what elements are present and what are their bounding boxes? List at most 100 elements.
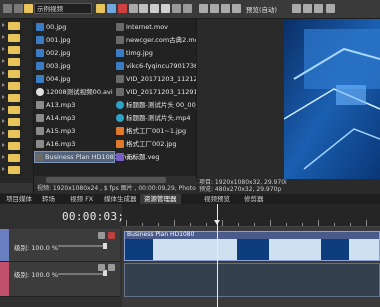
back-icon[interactable] [3,4,12,13]
folder-icon [8,106,20,114]
tree-scrollbar[interactable] [0,183,33,193]
expand-icon[interactable] [2,107,5,111]
preview-quality-label[interactable]: 预览(自动) [246,4,277,14]
list-item[interactable]: vikc6-fyqincu7901736.jpg [116,61,196,71]
list-item[interactable]: VID_20171203_112913.mp4 [116,87,196,97]
track-level-slider[interactable] [58,245,104,247]
folder-icon[interactable] [96,4,105,13]
list-item[interactable]: A16.mp3 [36,139,75,149]
file-list[interactable]: 00.jpg 001.jpg 002.jpg 003.jpg 004.jpg 1… [34,19,196,176]
ruler-tick [222,220,223,226]
solo-icon[interactable] [98,232,105,239]
tab-video-fx[interactable]: 视频 FX [66,194,97,204]
expand-icon[interactable] [2,155,5,159]
tab-transitions[interactable]: 转场 [38,194,59,204]
list-item[interactable]: VID_20171203_112122.mp4 [116,74,196,84]
expand-icon[interactable] [2,119,5,123]
expand-icon[interactable] [2,143,5,147]
path-dropdown[interactable]: 示例视频 [34,3,92,14]
stop-icon[interactable] [150,4,159,13]
list-item[interactable]: 12008测试视频00.avi [36,87,113,97]
audio-track-header[interactable]: 级别: 100.0 % [0,262,120,297]
list-item[interactable]: A14.mp3 [36,113,75,123]
tab-trimmer[interactable]: 修剪器 [240,194,268,204]
delete-icon[interactable] [118,4,127,13]
ruler-tick [174,220,175,226]
list-item[interactable]: 标题题-测试片头 00_00_00.mp4 [116,100,196,110]
expand-icon[interactable] [2,95,5,99]
expand-icon[interactable] [2,35,5,39]
list-item[interactable]: 格式工厂001~1.jpg [116,126,186,136]
folder-tree[interactable] [0,19,34,194]
list-item[interactable]: 001.jpg [36,35,71,45]
split-screen-icon[interactable] [210,4,219,13]
list-item[interactable]: A15.mp3 [36,126,75,136]
play-icon[interactable] [139,4,148,13]
mute-icon[interactable] [108,232,115,239]
slider-knob[interactable] [103,243,107,249]
quality-icon[interactable] [232,4,241,13]
video-file-icon [116,88,124,96]
expand-icon[interactable] [2,167,5,171]
list-item[interactable]: 004.jpg [36,74,71,84]
refresh-icon[interactable] [107,4,116,13]
video-file-icon [35,153,43,161]
tab-video-preview[interactable]: 视频预览 [200,194,234,204]
expand-icon[interactable] [2,71,5,75]
explorer-toolbar: 示例视频 [0,0,196,19]
list-item[interactable]: 标题题-测试片头.mp4 [116,113,191,123]
list-item[interactable]: A13.mp3 [36,100,75,110]
overlay-icon[interactable] [221,4,230,13]
folder-up-icon[interactable] [24,4,33,13]
list-item[interactable]: 00.jpg [36,22,66,32]
ruler-tick [254,223,255,226]
views-icon[interactable] [172,4,181,13]
image-file-icon [36,62,44,70]
expand-icon[interactable] [2,83,5,87]
video-track-header[interactable]: 级别: 100.0 % [0,229,120,262]
list-item[interactable]: 无标题.veg [116,152,160,162]
scrollbar-thumb[interactable] [46,177,166,183]
folder-icon [8,94,20,102]
save-snapshot-icon[interactable] [314,4,323,13]
list-item[interactable]: 002.jpg [36,48,71,58]
tab-project-media[interactable]: 项目媒体 [2,194,36,204]
clip-thumbnail [349,239,379,260]
tab-explorer[interactable]: 资源管理器 [140,194,181,204]
preview-settings-icon[interactable] [199,4,208,13]
preview-frame [284,19,380,179]
forward-icon[interactable] [14,4,23,13]
solo-icon[interactable] [98,264,105,271]
window-tabs: 项目媒体 转场 视频 FX 媒体生成器 资源管理器 视频预览 修剪器 [0,194,380,204]
menu-icon[interactable] [183,4,192,13]
list-item[interactable]: timg.jpg [116,48,153,58]
track-number-badge [0,229,9,261]
image-file-icon [36,23,44,31]
audio-file-icon [36,127,44,135]
grid-icon[interactable] [292,4,301,13]
tab-media-generators[interactable]: 媒体生成器 [100,194,141,204]
copy-snapshot-icon[interactable] [303,4,312,13]
ruler-tick [238,223,239,226]
list-item[interactable]: 003.jpg [36,61,71,71]
list-item[interactable]: 格式工厂002.jpg [116,139,177,149]
expand-icon[interactable] [2,47,5,51]
list-item[interactable]: newcger.com古典2.mov [116,35,196,45]
track-level-slider[interactable] [58,273,104,275]
list-item-selected[interactable]: Business Plan HD1080.mov [34,151,134,163]
video-file-icon [116,36,124,44]
video-file-icon [116,114,124,122]
tool-icon[interactable] [129,4,138,13]
auto-preview-icon[interactable] [161,4,170,13]
playhead-marker-icon[interactable] [214,220,220,225]
folder-icon [8,130,20,138]
mute-icon[interactable] [108,264,115,271]
audio-clip[interactable] [124,263,380,297]
expand-icon[interactable] [2,131,5,135]
timeline-ruler[interactable] [122,204,380,227]
folder-icon [8,58,20,66]
expand-icon[interactable] [2,23,5,27]
expand-icon[interactable] [2,59,5,63]
list-item[interactable]: Internet.mov [116,22,168,32]
preview-menu-icon[interactable] [326,4,335,13]
